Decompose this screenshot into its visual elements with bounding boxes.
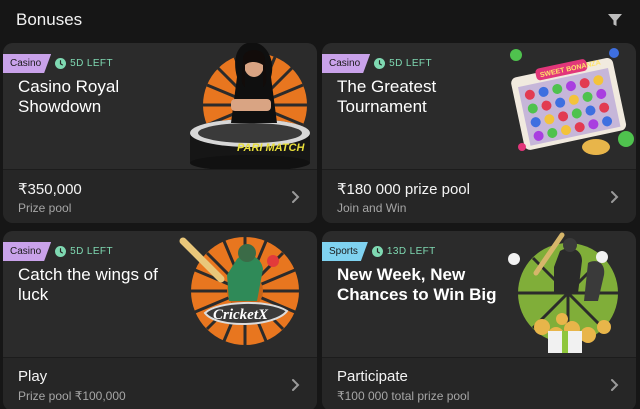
chevron-right-icon[interactable] [610,190,620,204]
prize-label: Join and Win [337,201,407,215]
time-left-label: 13D LEFT [386,246,436,257]
cricketx-logo: CricketX [213,307,269,323]
card-tags: Casino 5D LEFT [3,54,113,73]
page-title: Bonuses [16,10,83,29]
sweet-bonanza-illustration: SWEET BONANZA [510,48,634,155]
card-top: Casino 5D LEFT The Greatest Tournament S… [322,43,636,169]
category-tag: Casino [322,54,370,73]
category-tag: Sports [322,242,368,261]
bonus-card-new-week[interactable]: Sports 13D LEFT New Week, New Chances to… [322,231,636,409]
card-top: Casino 5D LEFT Catch the wings of luck C… [3,231,317,357]
bonus-card-greatest-tournament[interactable]: Casino 5D LEFT The Greatest Tournament S… [322,43,636,223]
action-label: Play [18,368,48,385]
filter-button[interactable] [604,9,626,31]
sports-prize-illustration [508,232,618,353]
card-top: Casino 5D LEFT Casino Royal Showdown PAR… [3,43,317,169]
card-footer[interactable]: Play Prize pool ₹100,000 [3,357,317,409]
card-tags: Casino 5D LEFT [3,242,113,261]
prize-amount: ₹350,000 [18,181,82,198]
action-label: Participate [337,368,408,385]
card-title: Casino Royal Showdown [18,77,120,116]
bonus-card-catch-wings[interactable]: Casino 5D LEFT Catch the wings of luck C… [3,231,317,409]
time-left-label: 5D LEFT [389,58,432,69]
card-top: Sports 13D LEFT New Week, New Chances to… [322,231,636,357]
bonus-card-casino-royal[interactable]: Casino 5D LEFT Casino Royal Showdown PAR… [3,43,317,223]
card-tags: Casino 5D LEFT [322,54,432,73]
chevron-right-icon[interactable] [291,378,301,392]
card-title: The Greatest Tournament [337,77,437,116]
time-left-label: 5D LEFT [70,58,113,69]
cricketx-illustration: CricketX [179,237,299,345]
header-bar: Bonuses [0,0,640,40]
time-left-label: 5D LEFT [70,246,113,257]
time-left: 13D LEFT [371,246,436,257]
time-left: 5D LEFT [374,58,432,69]
chevron-right-icon[interactable] [291,190,301,204]
time-left: 5D LEFT [55,58,113,69]
clock-icon [55,246,67,257]
parimatch-logo: PARI MATCH [237,142,305,154]
casino-dealer-illustration: PARI MATCH [190,43,310,169]
card-footer[interactable]: ₹350,000 Prize pool [3,169,317,223]
prize-label: ₹100 000 total prize pool [337,389,470,403]
clock-icon [374,58,386,69]
clock-icon [371,246,383,257]
card-footer[interactable]: ₹180 000 prize pool Join and Win [322,169,636,223]
card-tags: Sports 13D LEFT [322,242,436,261]
card-title: Catch the wings of luck [18,265,158,304]
category-tag: Casino [3,242,51,261]
clock-icon [55,58,67,69]
card-footer[interactable]: Participate ₹100 000 total prize pool [322,357,636,409]
card-title: New Week, New Chances to Win Big [337,265,497,304]
time-left: 5D LEFT [55,246,113,257]
prize-amount: ₹180 000 prize pool [337,181,470,198]
prize-label: Prize pool [18,201,72,215]
chevron-right-icon[interactable] [610,378,620,392]
prize-label: Prize pool ₹100,000 [18,389,126,403]
filter-icon [608,14,622,26]
category-tag: Casino [3,54,51,73]
